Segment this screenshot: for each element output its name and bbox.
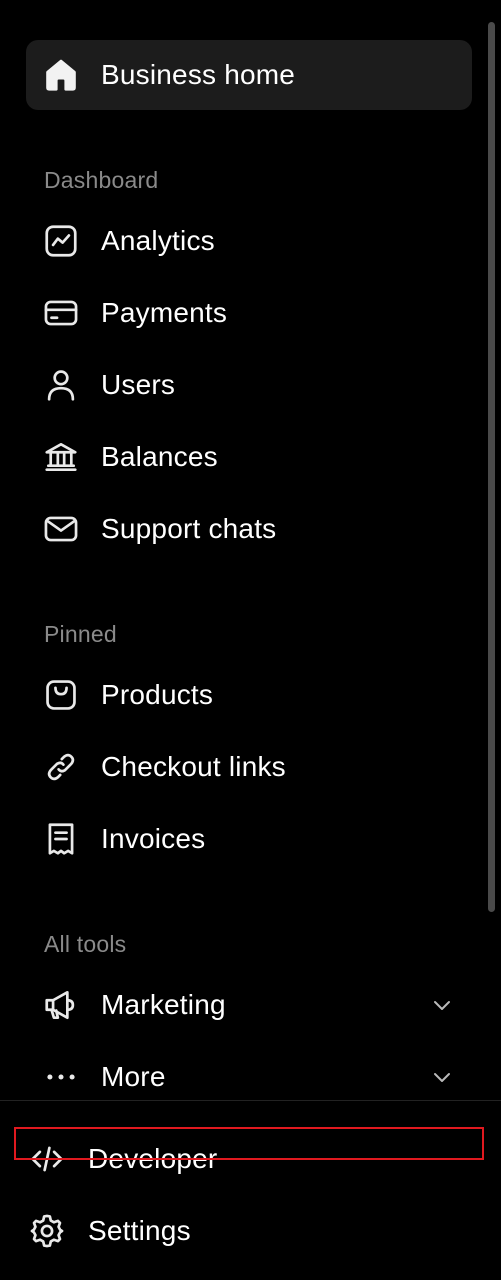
nav-label-support-chats: Support chats: [101, 513, 277, 544]
nav-label-payments: Payments: [101, 297, 228, 328]
user-icon: [42, 366, 80, 404]
nav-item-invoices[interactable]: Invoices: [26, 804, 472, 874]
nav-label-marketing: Marketing: [101, 989, 226, 1020]
nav-item-marketing[interactable]: Marketing: [26, 970, 472, 1040]
nav-label-checkout-links: Checkout links: [101, 751, 286, 782]
chevron-down-icon[interactable]: [430, 993, 454, 1017]
nav-item-checkout-links[interactable]: Checkout links: [26, 732, 472, 802]
more-dots-icon: [42, 1058, 80, 1096]
nav-item-business-home[interactable]: Business home: [26, 40, 472, 110]
nav-label-analytics: Analytics: [101, 225, 215, 256]
scrollbar-thumb[interactable]: [488, 22, 495, 912]
section-label-all-tools: All tools: [44, 931, 127, 957]
nav-item-balances[interactable]: Balances: [26, 422, 472, 492]
sidebar-scroll-area[interactable]: Business home Dashboard Analytics Paymen…: [0, 0, 484, 1100]
gear-icon: [28, 1212, 66, 1250]
footer-divider: [0, 1100, 501, 1101]
home-icon: [42, 56, 80, 94]
nav-item-products[interactable]: Products: [26, 660, 472, 730]
nav-item-more[interactable]: More: [26, 1042, 472, 1100]
megaphone-icon: [42, 986, 80, 1024]
nav-item-payments[interactable]: Payments: [26, 278, 472, 348]
bank-icon: [42, 438, 80, 476]
sidebar: Business home Dashboard Analytics Paymen…: [0, 0, 501, 1280]
code-icon: [28, 1140, 66, 1178]
shopping-bag-icon: [42, 676, 80, 714]
nav-item-settings[interactable]: Settings: [26, 1199, 468, 1263]
nav-label-business-home: Business home: [101, 59, 296, 90]
nav-item-developer[interactable]: Developer: [26, 1127, 468, 1191]
section-label-dashboard: Dashboard: [44, 167, 159, 193]
nav-label-invoices: Invoices: [101, 823, 206, 854]
nav-item-support-chats[interactable]: Support chats: [26, 494, 472, 564]
nav-item-users[interactable]: Users: [26, 350, 472, 420]
nav-label-more: More: [101, 1061, 166, 1092]
link-icon: [42, 748, 80, 786]
section-label-pinned: Pinned: [44, 621, 117, 647]
nav-label-balances: Balances: [101, 441, 218, 472]
nav-item-analytics[interactable]: Analytics: [26, 206, 472, 276]
nav-label-users: Users: [101, 369, 176, 400]
credit-card-icon: [42, 294, 80, 332]
nav-label-settings: Settings: [88, 1215, 191, 1246]
mail-icon: [42, 510, 80, 548]
analytics-icon: [42, 222, 80, 260]
receipt-icon: [42, 820, 80, 858]
chevron-down-icon[interactable]: [430, 1065, 454, 1089]
nav-label-developer: Developer: [88, 1143, 218, 1174]
nav-label-products: Products: [101, 679, 214, 710]
